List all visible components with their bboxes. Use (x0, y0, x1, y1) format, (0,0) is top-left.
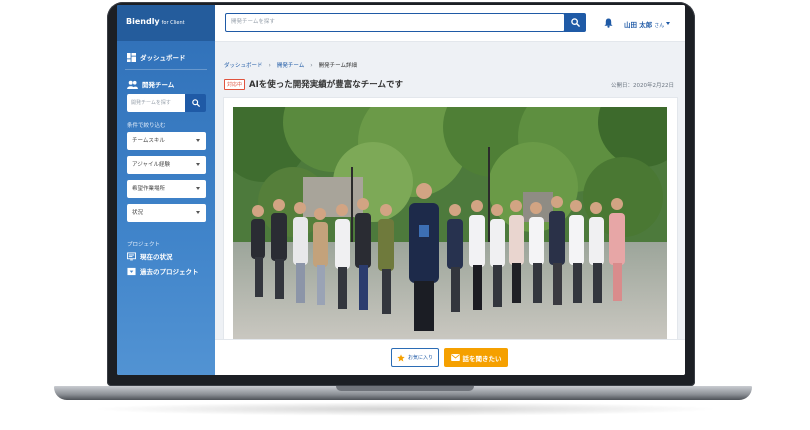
sidebar-item-past-projects[interactable]: 過去のプロジェクト (127, 266, 199, 276)
user-menu[interactable]: 山田 太郎 さん (624, 19, 664, 29)
sidebar-header: Biendly for Client (117, 5, 215, 41)
chevron-right-icon: › (310, 61, 313, 69)
sidebar-item-label: ダッシュボード (140, 54, 186, 62)
user-suffix: さん (654, 23, 665, 29)
chevron-down-icon[interactable] (666, 22, 670, 25)
bell-icon[interactable] (604, 18, 613, 28)
sidebar-item-label: 現在の状況 (140, 253, 173, 261)
people-icon (127, 80, 138, 89)
page-title: AIを使った開発実績が豊富なチームです (249, 80, 404, 90)
project-section-label: プロジェクト (127, 242, 161, 248)
breadcrumb-current: 開発チーム詳細 (318, 63, 358, 69)
sidebar: Biendly for Client ダッシュボード 開発チーム 開発チームを探す (117, 5, 215, 375)
header-search-input[interactable]: 開発チームを探す (225, 13, 565, 32)
published-date: 公開日：2020年2月22日 (611, 83, 674, 89)
team-search-input[interactable]: 開発チームを探す (127, 94, 185, 112)
title-row: 対応中 AIを使った開発実績が豊富なチームです (224, 78, 403, 90)
search-icon (570, 18, 580, 27)
team-photo-image (233, 107, 667, 339)
archive-icon (127, 267, 136, 275)
sidebar-item-current-status[interactable]: 現在の状況 (127, 251, 173, 261)
breadcrumb-dashboard[interactable]: ダッシュボード (224, 61, 263, 69)
laptop-shadow (90, 402, 720, 416)
sidebar-item-dashboard[interactable]: ダッシュボード (127, 52, 186, 62)
sidebar-item-label: 開発チーム (142, 81, 175, 89)
user-name: 山田 太郎 (624, 21, 653, 29)
team-search: 開発チームを探す (127, 94, 206, 112)
mail-icon (450, 354, 460, 361)
team-photo (233, 107, 667, 339)
contact-label: 話を聞きたい (462, 354, 502, 363)
filter-select-location[interactable]: 希望作業場所 (127, 180, 206, 198)
header-search-button[interactable] (564, 13, 586, 32)
sidebar-item-label: 過去のプロジェクト (140, 268, 199, 276)
brand-name: Biendly (126, 17, 160, 26)
brand-logo[interactable]: Biendly for Client (126, 17, 185, 26)
star-icon (397, 353, 405, 361)
contact-button[interactable]: 話を聞きたい (444, 348, 508, 367)
favorite-button[interactable]: お気に入り (391, 348, 439, 367)
favorite-label: お気に入り (407, 355, 433, 361)
team-card (223, 97, 678, 349)
filter-select-skill[interactable]: チームスキル (127, 132, 206, 150)
breadcrumb-team[interactable]: 開発チーム (277, 61, 304, 69)
laptop-notch (336, 386, 474, 391)
sidebar-item-team[interactable]: 開発チーム (127, 79, 174, 89)
select-label: チームスキル (132, 138, 165, 144)
screen-icon (127, 251, 136, 260)
select-label: 状況 (132, 210, 144, 216)
status-badge: 対応中 (224, 78, 246, 90)
brand-suffix: for Client (161, 20, 185, 26)
chevron-right-icon: › (268, 61, 271, 69)
chevron-down-icon (196, 163, 200, 166)
chevron-down-icon (196, 187, 200, 190)
dashboard-icon (127, 52, 136, 62)
breadcrumb: ダッシュボード › 開発チーム › 開発チーム詳細 (224, 61, 358, 70)
filter-select-status[interactable]: 状況 (127, 204, 206, 222)
action-footer: お気に入り 話を聞きたい (215, 339, 685, 375)
top-header: 開発チームを探す 山田 太郎 さん (215, 5, 685, 42)
select-label: アジャイル経験 (132, 162, 171, 168)
sidebar-divider (125, 69, 207, 70)
team-search-button[interactable] (185, 94, 206, 112)
chevron-down-icon (196, 211, 200, 214)
filter-label: 条件で絞り込む (127, 123, 166, 129)
select-label: 希望作業場所 (132, 186, 166, 192)
filter-select-agile[interactable]: アジャイル経験 (127, 156, 206, 174)
chevron-down-icon (196, 139, 200, 142)
search-icon (191, 99, 200, 107)
app-screen: Biendly for Client ダッシュボード 開発チーム 開発チームを探す (117, 5, 685, 375)
